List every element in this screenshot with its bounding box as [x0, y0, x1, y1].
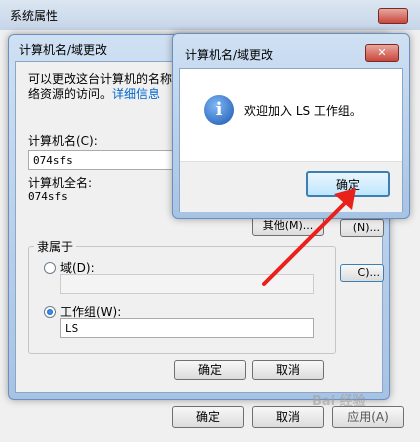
arrow-shaft	[262, 196, 352, 286]
watermark: Bai 经验	[312, 394, 366, 409]
arrow-head	[334, 188, 356, 210]
annotation-arrow	[262, 188, 356, 286]
